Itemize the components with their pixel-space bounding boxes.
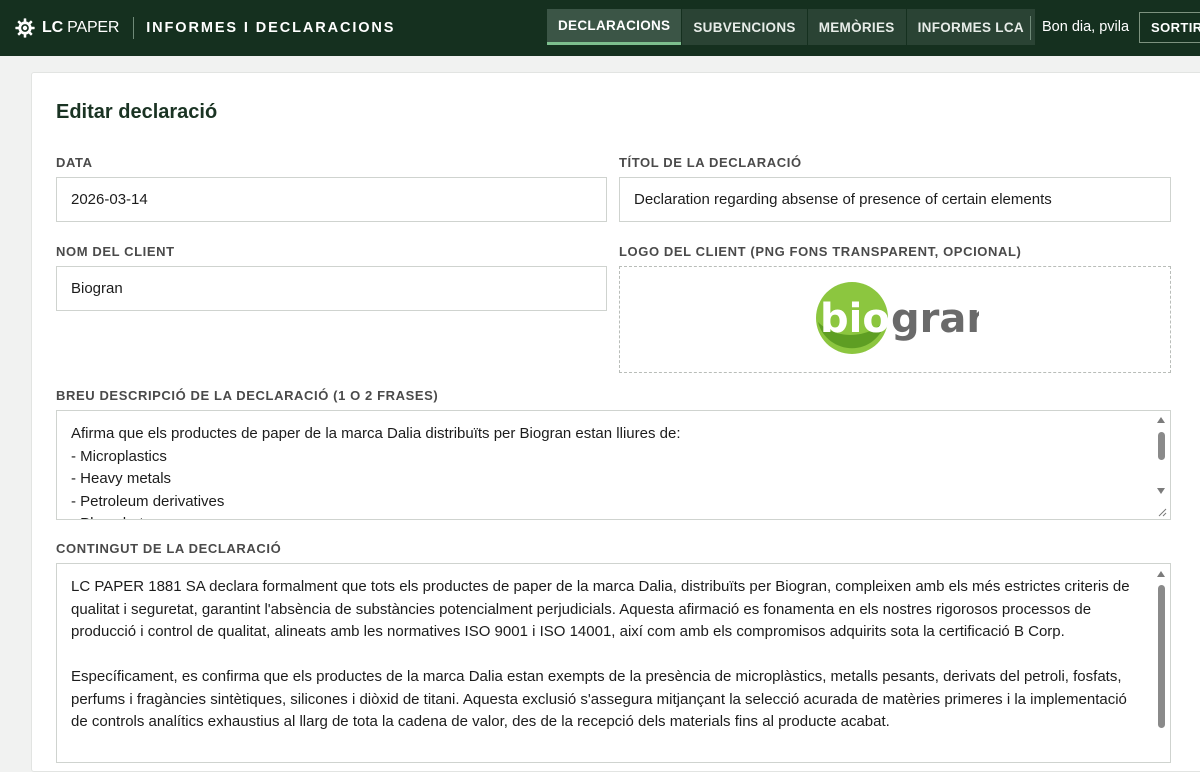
main-nav: DECLARACIONS SUBVENCIONS MEMÒRIES INFORM…: [547, 9, 1036, 45]
client-name-label: NOM DEL CLIENT: [56, 244, 175, 259]
short-description-textarea[interactable]: Afirma que els productes de paper de la …: [56, 410, 1171, 520]
date-input[interactable]: [56, 177, 607, 222]
short-description-label: BREU DESCRIPCIÓ DE LA DECLARACIÓ (1 O 2 …: [56, 388, 439, 403]
content-label: CONTINGUT DE LA DECLARACIÓ: [56, 541, 282, 556]
scroll-thumb[interactable]: [1158, 585, 1165, 728]
section-title: INFORMES I DECLARACIONS: [146, 20, 396, 36]
client-logo-image: bio gran: [816, 282, 979, 354]
client-logo-label: LOGO DEL CLIENT (PNG FONS TRANSPARENT, O…: [619, 244, 1022, 259]
short-description-scrollbar[interactable]: [1153, 411, 1169, 519]
gear-logo-icon: [15, 18, 35, 38]
content-scrollbar[interactable]: [1153, 564, 1169, 741]
logout-button[interactable]: SORTIR: [1139, 12, 1200, 43]
nav-tab-declaracions[interactable]: DECLARACIONS: [547, 9, 682, 45]
brand-divider: [133, 17, 135, 39]
scroll-down-arrow-icon[interactable]: [1157, 488, 1165, 494]
page-title: Editar declaració: [56, 101, 218, 123]
nav-tab-informes-lca[interactable]: INFORMES LCA: [906, 9, 1035, 45]
scroll-up-arrow-icon[interactable]: [1157, 571, 1165, 577]
content-textarea[interactable]: LC PAPER 1881 SA declara formalment que …: [56, 563, 1171, 763]
resize-grip-icon[interactable]: [1157, 507, 1167, 517]
nav-divider: [1030, 16, 1031, 40]
logo-text-bio: bio: [820, 296, 890, 342]
logo-text-gran: gran: [891, 296, 979, 342]
client-name-input[interactable]: [56, 266, 607, 311]
nav-tab-subvencions[interactable]: SUBVENCIONS: [682, 9, 807, 45]
declaration-title-label: TÍTOL DE LA DECLARACIÓ: [619, 155, 802, 170]
scroll-thumb[interactable]: [1158, 432, 1165, 460]
brand[interactable]: LC PAPER: [14, 0, 119, 56]
nav-tab-memories[interactable]: MEMÒRIES: [807, 9, 906, 45]
user-greeting: Bon dia, pvila: [1042, 19, 1130, 35]
client-logo-dropzone[interactable]: bio gran: [619, 266, 1171, 373]
declaration-title-input[interactable]: [619, 177, 1171, 222]
top-navigation-bar: LC PAPER INFORMES I DECLARACIONS DECLARA…: [0, 0, 1200, 56]
date-label: DATA: [56, 155, 93, 170]
brand-name: LC PAPER: [42, 19, 120, 36]
scroll-up-arrow-icon[interactable]: [1157, 417, 1165, 423]
